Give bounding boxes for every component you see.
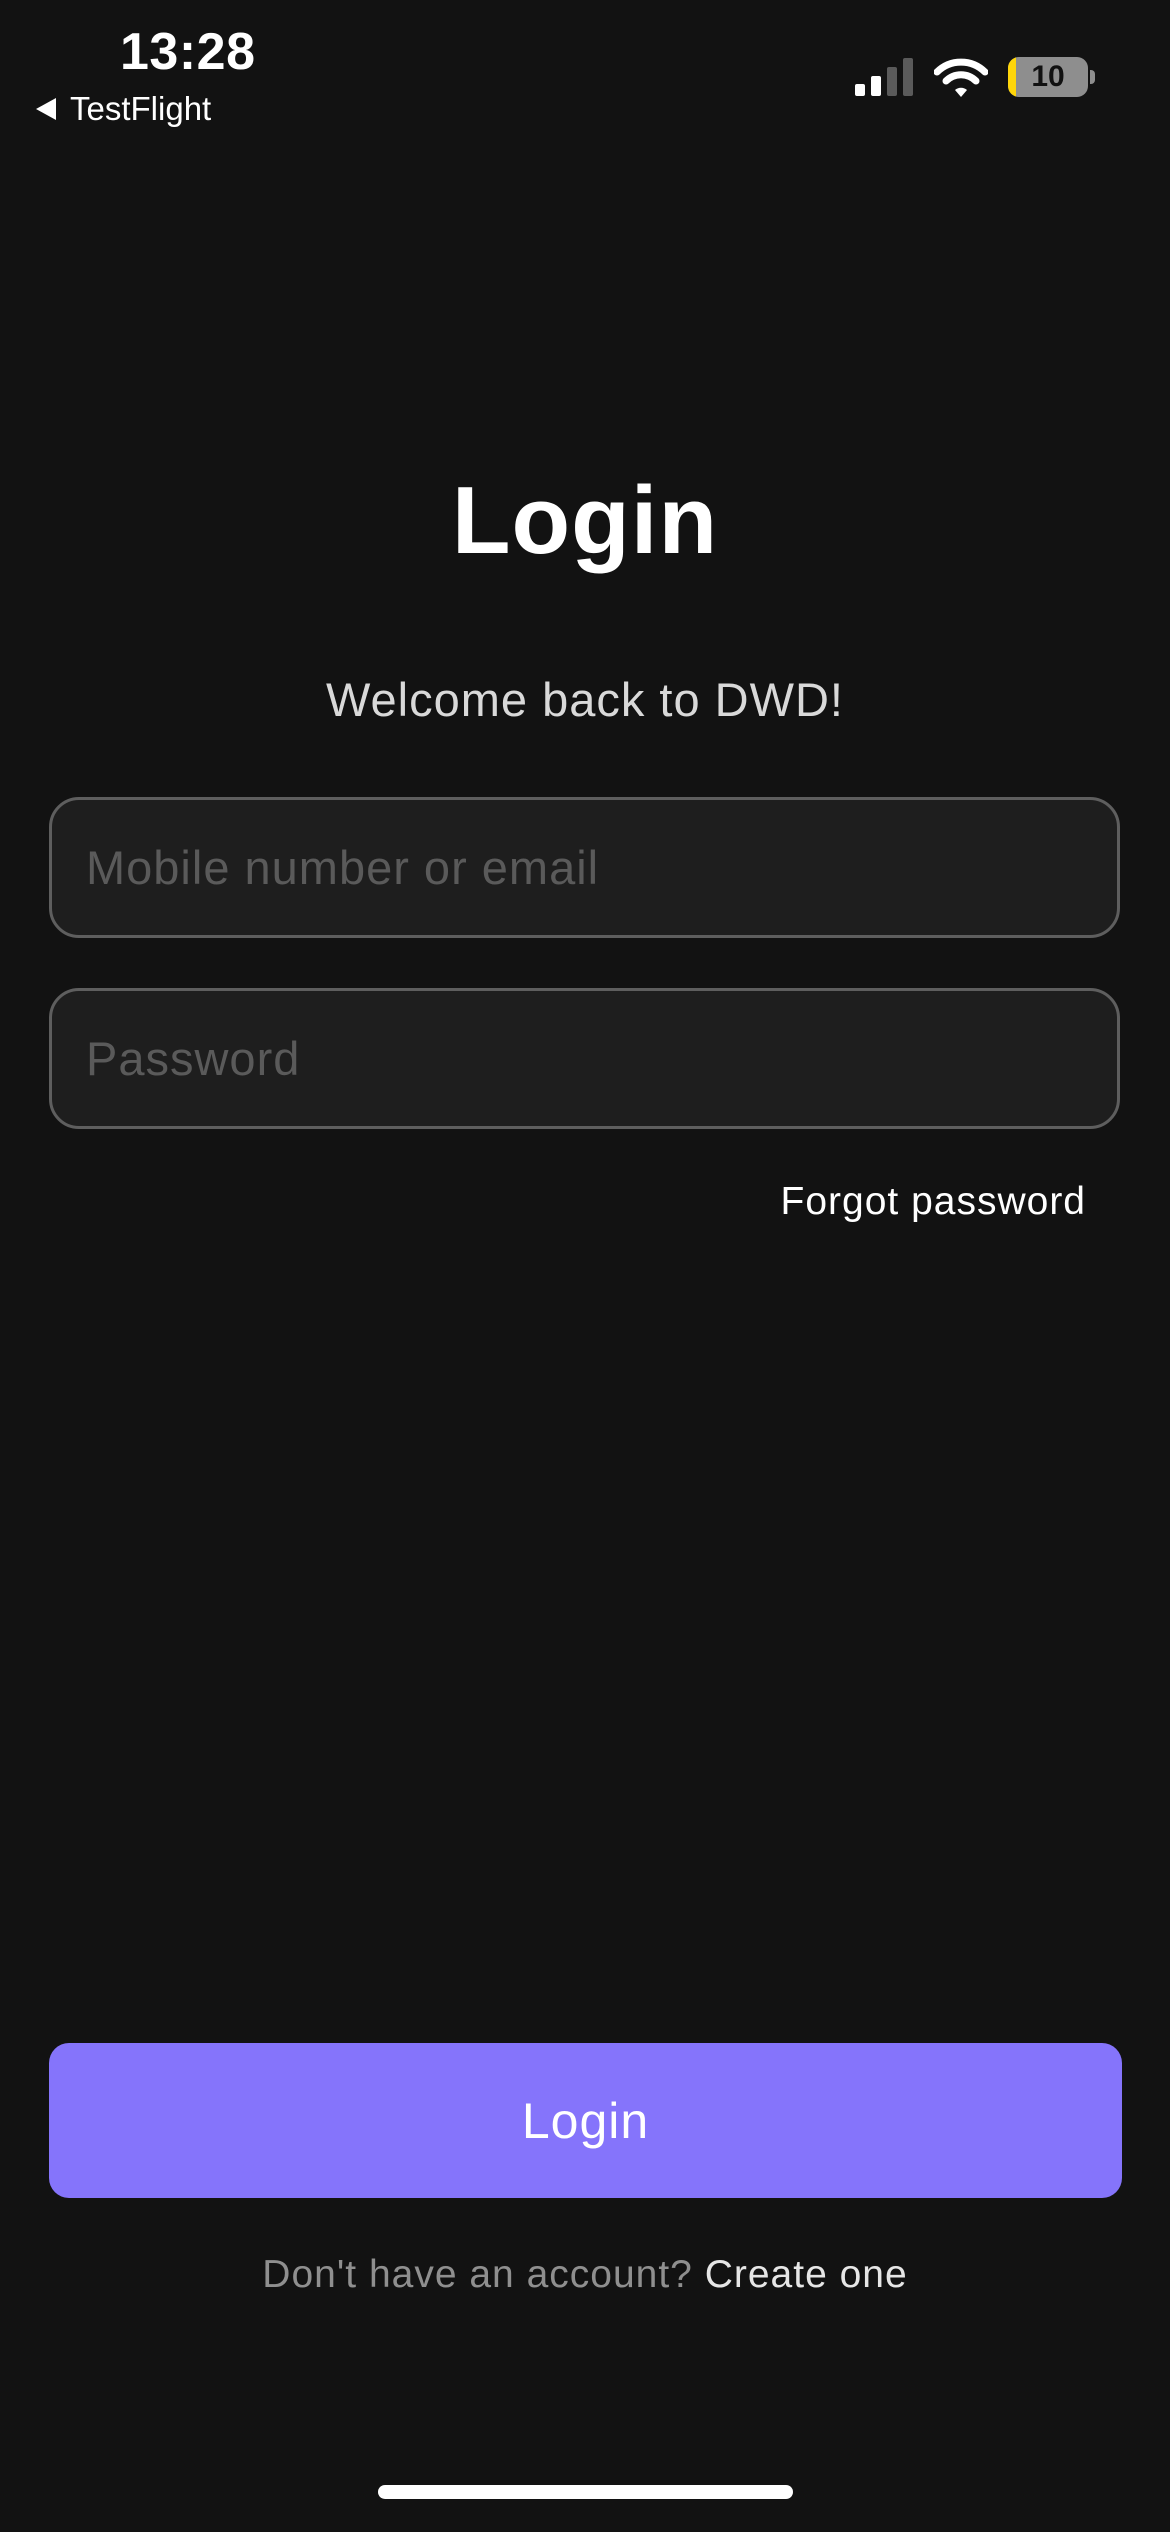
signup-prompt: Don't have an account? — [262, 2253, 693, 2296]
email-field[interactable] — [49, 797, 1120, 938]
welcome-subtitle: Welcome back to DWD! — [326, 673, 844, 726]
back-arrow-icon — [36, 98, 56, 120]
battery-level-text: 10 — [1031, 60, 1065, 93]
signal-icon — [855, 58, 913, 96]
wifi-icon — [934, 58, 988, 97]
status-time: 13:28 — [120, 23, 256, 81]
battery-icon: 10 — [1008, 57, 1088, 97]
battery-cap — [1090, 70, 1095, 84]
forgot-password-link[interactable]: Forgot password — [781, 1180, 1086, 1224]
create-account-link[interactable]: Create one — [705, 2253, 908, 2296]
page-title: Login — [451, 467, 719, 574]
back-to-testflight-link[interactable]: TestFlight — [36, 90, 211, 128]
back-link-label: TestFlight — [70, 90, 212, 127]
login-button[interactable]: Login — [49, 2043, 1122, 2198]
signup-row: Don't have an account? Create one — [0, 2253, 1170, 2297]
password-field[interactable] — [49, 988, 1120, 1129]
home-indicator — [378, 2485, 793, 2499]
